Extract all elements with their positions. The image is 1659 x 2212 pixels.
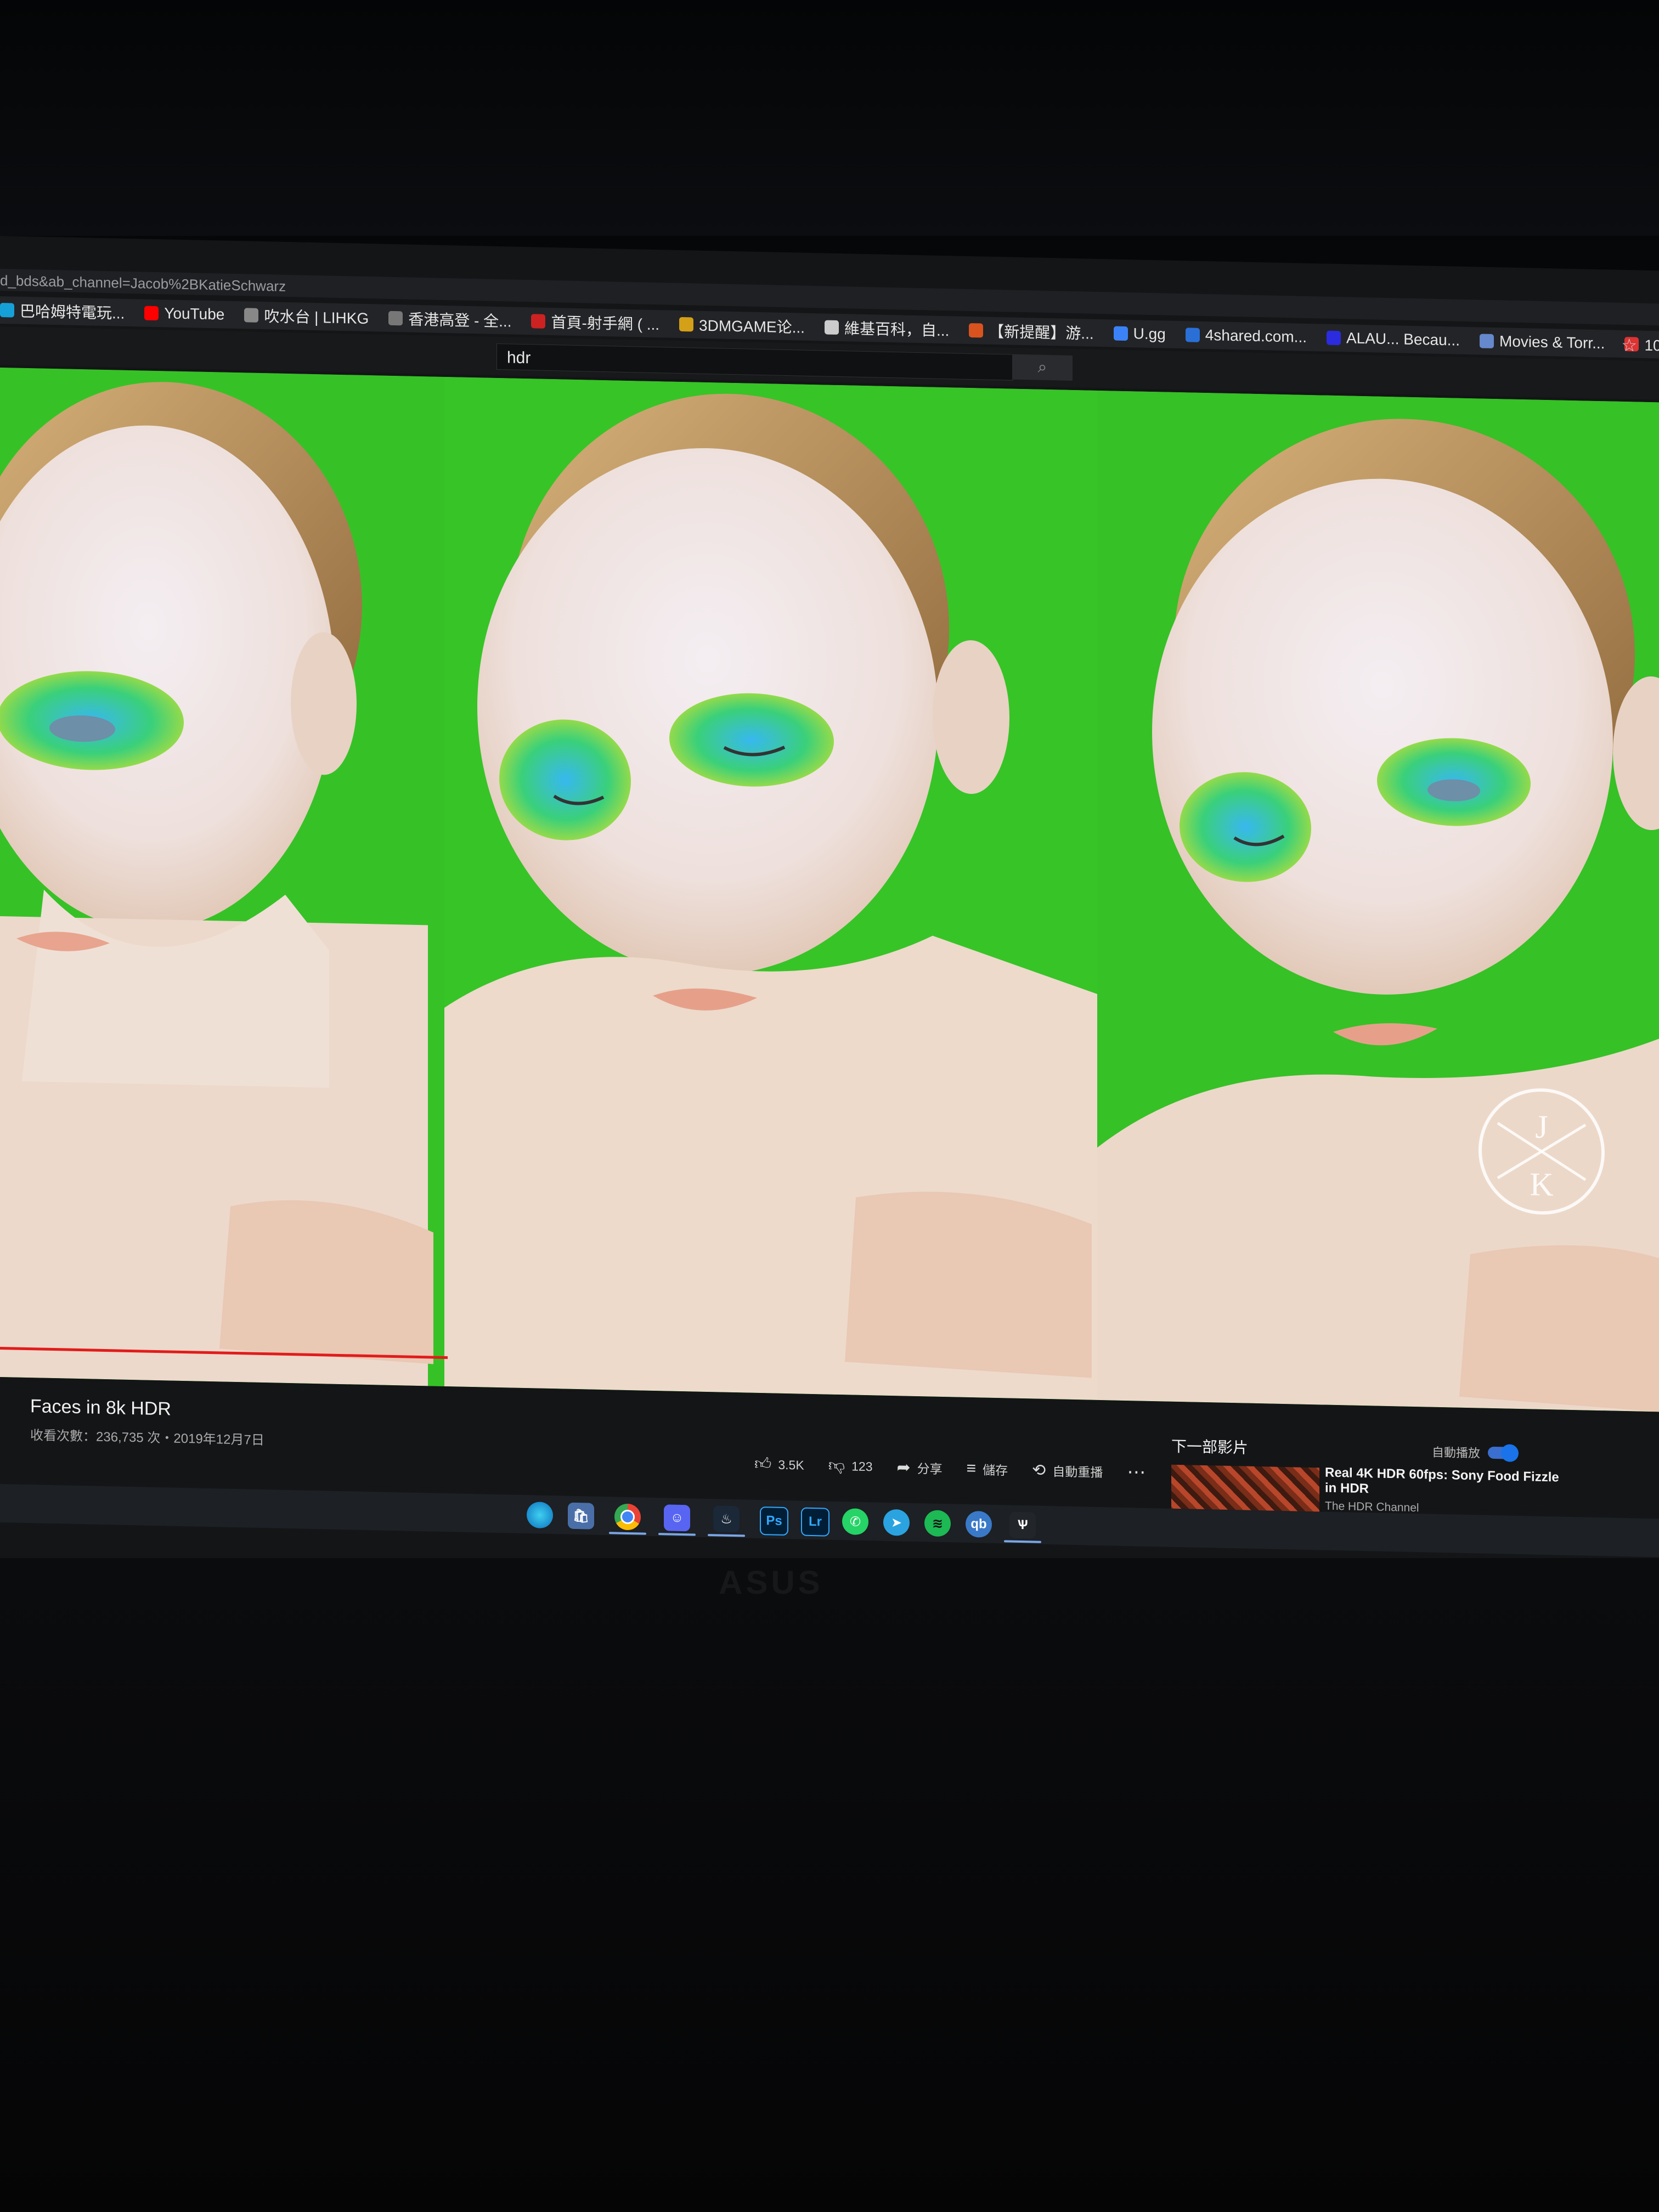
bookmark-label: 巴哈姆特電玩...	[20, 302, 125, 322]
bookmark-favicon-icon	[144, 306, 159, 321]
save-label: 儲存	[983, 1463, 1008, 1478]
spotify-icon[interactable]: ≋	[924, 1510, 951, 1537]
edge-icon[interactable]	[527, 1502, 553, 1529]
bookmark-favicon-icon	[1327, 330, 1341, 346]
loop-label: 自動重播	[1052, 1464, 1103, 1480]
dislike-count: 123	[851, 1459, 873, 1474]
more-actions-button[interactable]: ⋯	[1127, 1461, 1146, 1483]
monitor-bezel-top	[0, 0, 1659, 236]
taskbar-indicator	[658, 1533, 696, 1536]
search-icon: ⌕	[1037, 358, 1047, 376]
monitor-bezel-bottom	[0, 1558, 1659, 2212]
bookmark-label: 維基百科，自...	[844, 320, 950, 340]
video-player[interactable]: J K	[0, 368, 1659, 1412]
chrome-icon[interactable]	[614, 1503, 641, 1531]
bookmark-label: 3DMGAME论...	[699, 317, 805, 336]
thumbs-up-icon: 👍︎	[754, 1454, 772, 1474]
share-icon: ➦	[896, 1458, 911, 1477]
up-next-title[interactable]: Real 4K HDR 60fps: Sony Food Fizzle in H…	[1325, 1465, 1566, 1501]
toggle-knob	[1501, 1444, 1519, 1462]
bookmark-label: YouTube	[164, 304, 225, 323]
search-value: hdr	[507, 348, 531, 368]
video-meta: 收看次數：236,735 次・2019年12月7日	[30, 1428, 264, 1448]
bookmark-favicon-icon	[1185, 328, 1200, 342]
monitor-screen: d_bds&ab_channel=Jacob%2BKatieSchwarz 巴哈…	[0, 236, 1659, 1593]
bookmark-favicon-icon	[679, 317, 694, 332]
bookmark-favicon-icon	[824, 320, 839, 335]
bookmark-label: ALAU... Becau...	[1346, 329, 1460, 349]
telegram-icon[interactable]: ➤	[883, 1509, 910, 1536]
loop-icon: ⟲	[1032, 1460, 1046, 1480]
bookmark-item[interactable]: ALAU... Becau...	[1327, 329, 1460, 349]
bookmark-label: 【新提醒】游...	[989, 323, 1094, 342]
bookmark-item[interactable]: 4shared.com...	[1185, 326, 1307, 346]
monitor-brand-logo: ASUS	[719, 1564, 823, 1601]
bookmark-favicon-icon	[969, 323, 984, 338]
bookmark-item[interactable]: 吹水台 | LIHKG	[244, 304, 369, 329]
channel-watermark-icon: J K	[1479, 1088, 1605, 1215]
autoplay-control: 自動播放	[1432, 1443, 1519, 1462]
bookmark-label: 香港高登 - 全...	[408, 311, 512, 330]
up-next-heading: 下一部影片	[1171, 1437, 1249, 1457]
video-actions: 👍︎ 3.5K 👎︎ 123 ➦ 分享 ≡ 儲存 ⟲ 自動重播 ⋯	[754, 1453, 1146, 1483]
bookmark-favicon-icon	[244, 308, 259, 323]
star-icon[interactable]: ☆	[1621, 335, 1637, 356]
bookmark-label: 4shared.com...	[1205, 326, 1307, 346]
like-button[interactable]: 👍︎ 3.5K	[754, 1453, 804, 1476]
taskbar-indicator	[1004, 1540, 1041, 1543]
bookmark-favicon-icon	[0, 303, 14, 318]
bookmark-item[interactable]: 香港高登 - 全...	[388, 307, 511, 332]
photoshop-icon[interactable]: Ps	[760, 1506, 788, 1536]
face-panel-2	[444, 376, 1097, 1400]
bookmark-item[interactable]: Movies & Torr...	[1480, 332, 1605, 352]
autoplay-label: 自動播放	[1432, 1445, 1481, 1460]
bookmark-favicon-icon	[1113, 326, 1128, 341]
bookmark-label: U.gg	[1133, 325, 1166, 343]
video-frame	[0, 368, 1659, 1412]
bookmark-favicon-icon	[388, 311, 403, 326]
bookmark-item[interactable]: 3DMGAME论...	[679, 313, 805, 338]
bookmark-label: Movies & Torr...	[1499, 332, 1605, 352]
destiny-icon[interactable]: Ѱ	[1009, 1511, 1036, 1539]
taskbar-indicator	[708, 1534, 745, 1537]
share-button[interactable]: ➦ 分享	[897, 1456, 943, 1479]
lightroom-icon[interactable]: Lr	[801, 1507, 830, 1537]
dislike-button[interactable]: 👎︎ 123	[828, 1455, 873, 1478]
bookmark-label: 1080P高清	[1644, 336, 1659, 356]
more-icon: ⋯	[1127, 1462, 1146, 1483]
search-input[interactable]: hdr	[496, 343, 1013, 381]
bookmark-item[interactable]: YouTube	[144, 304, 224, 324]
share-label: 分享	[917, 1462, 943, 1476]
url-text: d_bds&ab_channel=Jacob%2BKatieSchwarz	[0, 272, 286, 295]
autoplay-toggle[interactable]	[1488, 1444, 1519, 1462]
bookmark-item[interactable]: 【新提醒】游...	[969, 319, 1094, 344]
bookmark-favicon-icon	[1480, 334, 1494, 349]
bookmark-item[interactable]: 首頁-射手網 ( ...	[531, 310, 659, 335]
svg-text:J: J	[1535, 1109, 1548, 1145]
thumbs-down-icon: 👎︎	[828, 1456, 845, 1475]
like-count: 3.5K	[778, 1457, 804, 1472]
bookmark-label: 首頁-射手網 ( ...	[551, 314, 660, 334]
save-button[interactable]: ≡ 儲存	[967, 1458, 1008, 1481]
store-icon[interactable]: 🛍︎	[568, 1502, 594, 1530]
loop-button[interactable]: ⟲ 自動重播	[1032, 1459, 1103, 1482]
discord-icon[interactable]: ☺	[664, 1504, 690, 1532]
face-panel-3	[1097, 390, 1659, 1412]
taskbar-indicator	[609, 1532, 646, 1535]
playlist-add-icon: ≡	[966, 1459, 977, 1478]
steam-icon[interactable]: ♨	[713, 1505, 740, 1533]
bookmark-favicon-icon	[531, 314, 546, 329]
bookmark-label: 吹水台 | LIHKG	[264, 308, 369, 328]
whatsapp-icon[interactable]: ✆	[842, 1508, 868, 1536]
video-title: Faces in 8k HDR	[30, 1396, 171, 1420]
qbittorrent-icon[interactable]: qb	[966, 1510, 992, 1538]
bookmark-item[interactable]: 維基百科，自...	[824, 316, 950, 341]
bookmark-item[interactable]: U.gg	[1113, 325, 1166, 343]
search-button[interactable]: ⌕	[1012, 354, 1073, 381]
svg-text:K: K	[1530, 1166, 1553, 1203]
bookmark-item[interactable]: 巴哈姆特電玩...	[0, 299, 125, 324]
